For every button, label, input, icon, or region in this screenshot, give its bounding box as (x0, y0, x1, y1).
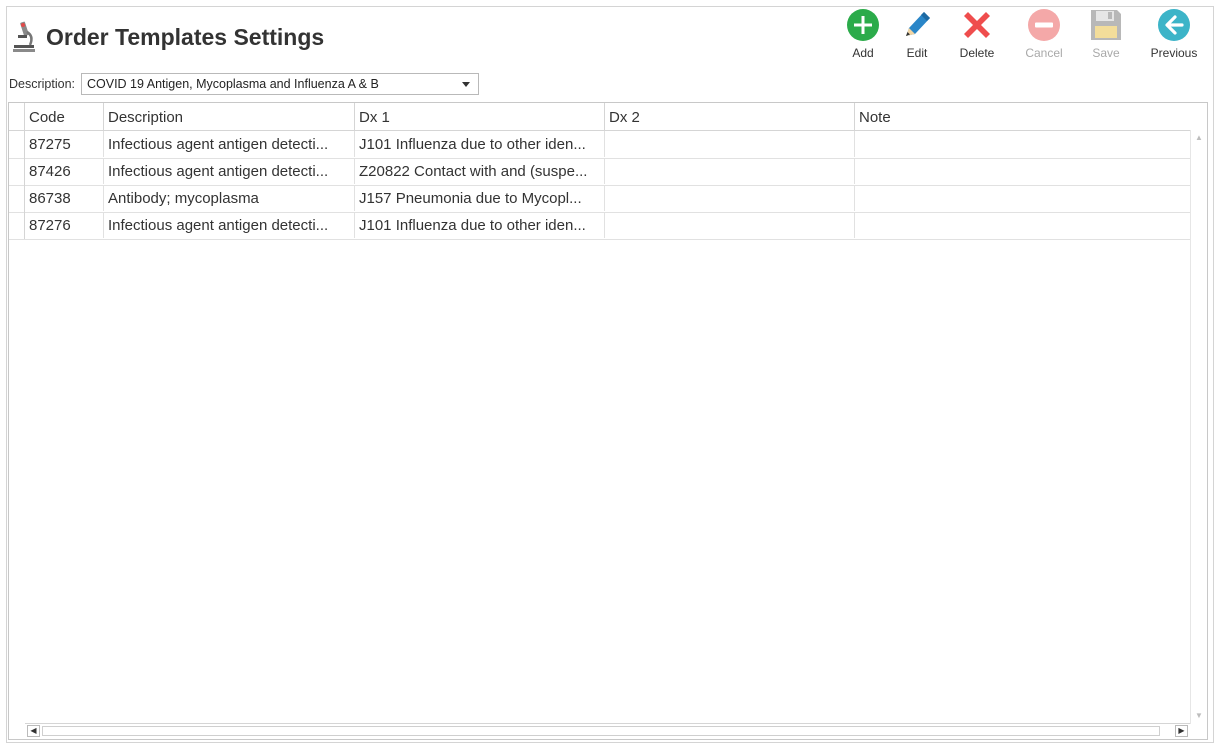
cell-dx2[interactable] (605, 131, 855, 157)
add-label: Add (852, 46, 874, 60)
cell-dx1[interactable]: J157 Pneumonia due to Mycopl... (355, 185, 605, 211)
scroll-right-icon[interactable]: ▶ (1175, 725, 1188, 737)
table-row[interactable]: 87275 Infectious agent antigen detecti..… (9, 131, 1191, 159)
save-button[interactable]: Save (1076, 8, 1136, 60)
cell-note[interactable] (855, 185, 1191, 211)
previous-button[interactable]: Previous (1144, 8, 1204, 60)
column-header-dx2[interactable]: Dx 2 (605, 103, 855, 130)
order-templates-grid: Code Description Dx 1 Dx 2 Note 87275 In… (8, 102, 1208, 740)
cell-description[interactable]: Infectious agent antigen detecti... (104, 212, 355, 238)
description-selected-value: COVID 19 Antigen, Mycoplasma and Influen… (87, 77, 379, 91)
table-row[interactable]: 87276 Infectious agent antigen detecti..… (9, 212, 1191, 240)
add-icon (847, 9, 879, 41)
horizontal-scroll-thumb[interactable] (42, 726, 1160, 736)
cell-dx2[interactable] (605, 212, 855, 238)
pencil-icon (906, 12, 930, 36)
cell-dx1[interactable]: J101 Influenza due to other iden... (355, 131, 605, 157)
arrow-left-icon (1158, 9, 1190, 41)
column-header-dx1[interactable]: Dx 1 (355, 103, 605, 130)
cell-code[interactable]: 86738 (25, 185, 104, 211)
row-selector[interactable] (9, 131, 25, 158)
edit-label: Edit (906, 46, 928, 60)
scroll-down-icon[interactable]: ▼ (1194, 711, 1204, 721)
table-row[interactable]: 86738 Antibody; mycoplasma J157 Pneumoni… (9, 185, 1191, 213)
cancel-icon (1028, 9, 1060, 41)
cell-dx2[interactable] (605, 185, 855, 211)
row-selector[interactable] (9, 212, 25, 239)
column-header-note[interactable]: Note (855, 103, 1191, 130)
cell-note[interactable] (855, 212, 1191, 238)
cell-dx2[interactable] (605, 158, 855, 184)
delete-x-icon (964, 12, 990, 38)
edit-button[interactable]: Edit (887, 8, 947, 60)
delete-button[interactable]: Delete (947, 8, 1007, 60)
description-dropdown[interactable]: COVID 19 Antigen, Mycoplasma and Influen… (81, 73, 479, 95)
table-row[interactable]: 87426 Infectious agent antigen detecti..… (9, 158, 1191, 186)
scroll-left-icon[interactable]: ◀ (27, 725, 40, 737)
delete-label: Delete (959, 46, 995, 60)
cancel-label: Cancel (1025, 46, 1063, 60)
cell-code[interactable]: 87276 (25, 212, 104, 238)
cancel-button[interactable]: Cancel (1014, 8, 1074, 60)
cell-description[interactable]: Infectious agent antigen detecti... (104, 158, 355, 184)
description-filter: Description: COVID 19 Antigen, Mycoplasm… (9, 72, 479, 96)
description-label: Description: (9, 77, 75, 91)
grid-header: Code Description Dx 1 Dx 2 Note (9, 103, 1191, 131)
cell-note[interactable] (855, 131, 1191, 157)
add-button[interactable]: Add (833, 8, 893, 60)
dropdown-arrow-icon (462, 81, 470, 87)
row-selector-header (9, 103, 25, 130)
horizontal-scrollbar[interactable]: ◀ ▶ (25, 723, 1190, 739)
cell-dx1[interactable]: J101 Influenza due to other iden... (355, 212, 605, 238)
cell-description[interactable]: Antibody; mycoplasma (104, 185, 355, 211)
scroll-up-icon[interactable]: ▲ (1194, 133, 1204, 143)
save-label: Save (1092, 46, 1120, 60)
row-selector[interactable] (9, 185, 25, 212)
cell-note[interactable] (855, 158, 1191, 184)
column-header-code[interactable]: Code (25, 103, 104, 130)
column-header-description[interactable]: Description (104, 103, 355, 130)
toolbar: Add Edit Delete Cancel Save Previous (0, 8, 1223, 64)
cell-description[interactable]: Infectious agent antigen detecti... (104, 131, 355, 157)
cell-dx1[interactable]: Z20822 Contact with and (suspe... (355, 158, 605, 184)
row-selector[interactable] (9, 158, 25, 185)
previous-label: Previous (1150, 46, 1198, 60)
cell-code[interactable]: 87426 (25, 158, 104, 184)
save-disk-icon (1091, 10, 1121, 40)
cell-code[interactable]: 87275 (25, 131, 104, 157)
vertical-scrollbar[interactable]: ▲ ▼ (1190, 130, 1207, 724)
